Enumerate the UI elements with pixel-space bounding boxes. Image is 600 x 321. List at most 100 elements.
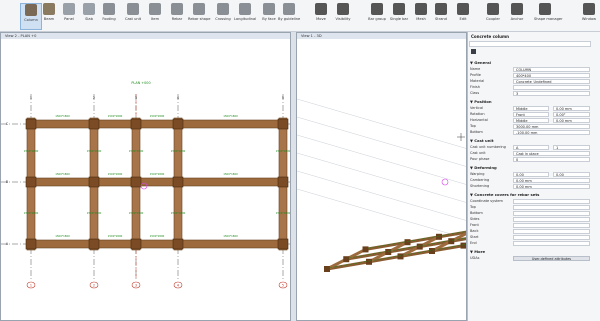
column-dimension-label: 1500*1800: [129, 149, 144, 153]
field-value-position[interactable]: -100.00 mm: [513, 130, 590, 135]
anchor-button[interactable]: Anchor: [506, 3, 528, 30]
shape-manager-icon: [539, 3, 551, 15]
field-value-position[interactable]: Middle: [513, 106, 549, 111]
field-value-general[interactable]: 3: [513, 91, 590, 96]
field-label-general: Class: [470, 91, 480, 95]
field-value-position[interactable]: Front: [513, 112, 549, 117]
column: [130, 238, 142, 250]
section-general[interactable]: ▼ General: [470, 60, 491, 65]
plan-canvas[interactable]: PLAN +000 1500*1800 1500*1800 1500*1800 1500…: [1, 39, 291, 321]
grid-line-3d: [297, 188, 466, 239]
column: [172, 176, 184, 188]
by-guideline-button[interactable]: By guideline: [278, 3, 300, 30]
edit-button[interactable]: Edit: [452, 3, 474, 30]
field-value-general[interactable]: Concrete_Undefined: [513, 79, 590, 84]
grid-line-3d: [297, 116, 466, 167]
field-label-covers: Back: [470, 229, 479, 233]
field-label-udas: UDAs: [470, 256, 480, 260]
field-value-deforming[interactable]: 0.00 mm: [513, 184, 590, 189]
field-label-position: Rotation: [470, 112, 485, 116]
back-arrow-icon[interactable]: [471, 49, 476, 54]
field-extra-position[interactable]: 0.00°: [553, 112, 590, 117]
field-label-general: Finish: [470, 85, 480, 89]
by-face-icon: [263, 3, 275, 15]
ribbon-button-label: Anchor: [510, 17, 524, 21]
move-icon: [315, 3, 327, 15]
section-cast_unit[interactable]: ▼ Cast unit: [470, 138, 494, 143]
column-3d: [448, 238, 455, 245]
field-value-covers[interactable]: [513, 199, 590, 204]
grid-col-label: 5: [282, 284, 284, 288]
single-bar-button[interactable]: Single bar: [388, 3, 410, 30]
field-value-general[interactable]: COLUMN: [513, 67, 590, 72]
mesh-button[interactable]: Mesh: [410, 3, 432, 30]
field-value-covers[interactable]: [513, 223, 590, 228]
field-value-deforming[interactable]: 0.00 mm: [513, 178, 590, 183]
column: [88, 118, 100, 130]
coupler-button[interactable]: Coupler: [482, 3, 504, 30]
field-value-general[interactable]: 400*400: [513, 73, 590, 78]
section-more[interactable]: ▼ More: [470, 249, 485, 254]
field-value-covers[interactable]: [513, 205, 590, 210]
field-extra-cast_unit[interactable]: 1: [553, 145, 590, 150]
user-defined-attributes-button[interactable]: User-defined attributes: [513, 256, 590, 261]
panel-search-input[interactable]: [469, 41, 591, 47]
column: [25, 238, 37, 250]
field-value-cast_unit[interactable]: 0: [513, 157, 590, 162]
rebar-shape-button[interactable]: Rebar shape: [188, 3, 211, 30]
item-button[interactable]: Item: [144, 3, 166, 30]
slab-button[interactable]: Slab: [78, 3, 100, 30]
column-3d: [366, 258, 372, 265]
plan-view[interactable]: View 2 - PLAN +0 PLAN +000 1500*1800 1500*…: [0, 32, 291, 321]
beam-dimension-label: 1500*1800: [55, 172, 70, 176]
grid-line-3d: [297, 170, 466, 221]
ribbon-button-label: Visibility: [335, 17, 351, 21]
section-covers[interactable]: ▼ Concrete covers for rebar sets: [470, 192, 539, 197]
column: [172, 118, 184, 130]
slab-icon: [83, 3, 95, 15]
visibility-button[interactable]: Visibility: [332, 3, 354, 30]
field-label-covers: Coordinate system: [470, 199, 503, 203]
field-value-position[interactable]: Middle: [513, 118, 549, 123]
strand-button[interactable]: Strand: [430, 3, 452, 30]
cast-unit-button[interactable]: Cast unit: [122, 3, 144, 30]
ribbon-button-label: Single bar: [389, 17, 409, 21]
field-extra-position[interactable]: 0.00 mm: [553, 106, 590, 111]
bar-group-button[interactable]: Bar group: [366, 3, 388, 30]
field-value-general[interactable]: [513, 85, 590, 90]
column-dimension-label: 1500*1800: [129, 211, 144, 215]
field-value-covers[interactable]: [513, 229, 590, 234]
field-value-deforming[interactable]: 0.00: [513, 172, 549, 177]
crossing-button[interactable]: Crossing: [212, 3, 234, 30]
field-label-general: Name: [470, 67, 481, 71]
field-extra-position[interactable]: 0.00 mm: [553, 118, 590, 123]
shape-manager-button[interactable]: Shape manager: [534, 3, 563, 30]
ribbon-button-label: By face: [262, 17, 276, 21]
ribbon-button-label: Rebar shape: [188, 17, 211, 21]
3d-canvas[interactable]: [297, 39, 467, 321]
section-position[interactable]: ▼ Position: [470, 99, 492, 104]
field-value-covers[interactable]: [513, 235, 590, 240]
beam-button[interactable]: Beam: [38, 3, 60, 30]
section-deforming[interactable]: ▼ Deforming: [470, 165, 497, 170]
by-face-button[interactable]: By face: [258, 3, 280, 30]
rebar-button[interactable]: Rebar: [166, 3, 188, 30]
field-extra-deforming[interactable]: 0.00: [553, 172, 590, 177]
field-value-covers[interactable]: [513, 217, 590, 222]
field-label-deforming: Warping: [470, 172, 485, 176]
longitudinal-button[interactable]: Longitudinal: [234, 3, 256, 30]
column-3d: [324, 266, 330, 272]
field-value-position[interactable]: 3000.00 mm: [513, 124, 590, 129]
ribbon-button-label: Strand: [435, 17, 447, 21]
field-value-covers[interactable]: [513, 211, 590, 216]
field-value-covers[interactable]: [513, 241, 590, 246]
move-button[interactable]: Move: [310, 3, 332, 30]
field-value-cast_unit[interactable]: Cast in place: [513, 151, 590, 156]
3d-view[interactable]: View 1 - 3D: [296, 32, 467, 321]
window-button[interactable]: Window: [578, 3, 600, 30]
footing-button[interactable]: Footing: [98, 3, 120, 30]
column: [130, 176, 142, 188]
grid-col-label-top: 4: [177, 96, 179, 100]
field-value-cast_unit[interactable]: A: [513, 145, 549, 150]
panel-button[interactable]: Panel: [58, 3, 80, 30]
